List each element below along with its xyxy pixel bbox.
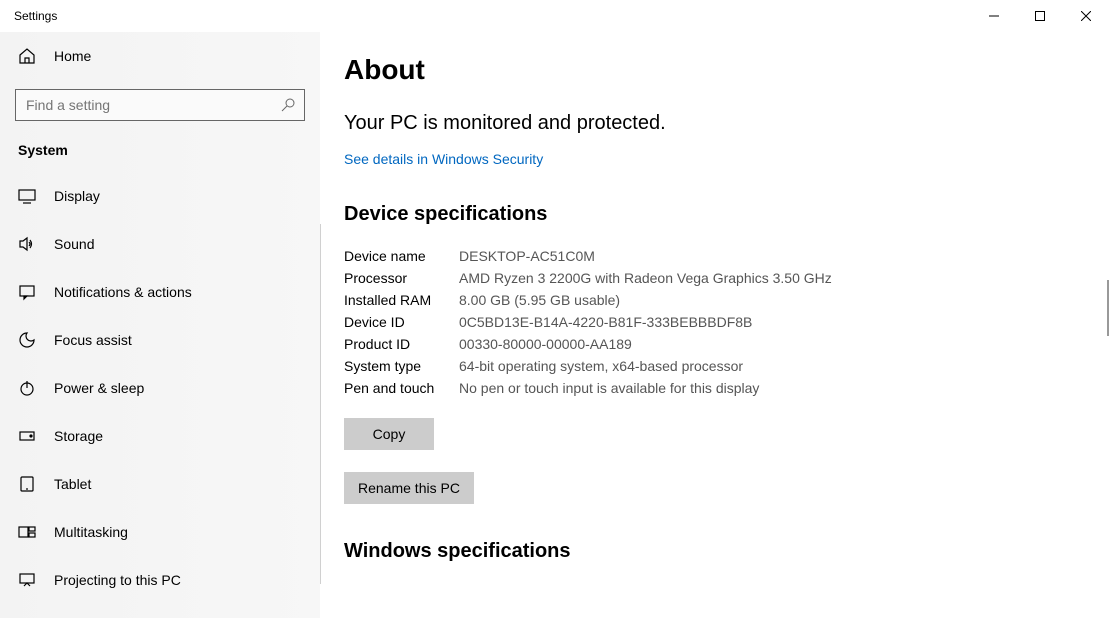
spec-label-device-name: Device name bbox=[344, 248, 459, 264]
nav-label: Display bbox=[54, 188, 100, 204]
maximize-icon bbox=[1035, 11, 1045, 21]
spec-value-pen-touch: No pen or touch input is available for t… bbox=[459, 380, 874, 396]
nav-label: Multitasking bbox=[54, 524, 128, 540]
nav-label: Tablet bbox=[54, 476, 91, 492]
spec-label-pen-touch: Pen and touch bbox=[344, 380, 459, 396]
nav-multitasking[interactable]: Multitasking bbox=[0, 508, 320, 556]
spec-label-device-id: Device ID bbox=[344, 314, 459, 330]
spec-value-system-type: 64-bit operating system, x64-based proce… bbox=[459, 358, 874, 374]
nav-tablet[interactable]: Tablet bbox=[0, 460, 320, 508]
storage-icon bbox=[18, 427, 36, 445]
maximize-button[interactable] bbox=[1017, 0, 1063, 32]
window-title: Settings bbox=[14, 9, 57, 23]
nav-storage[interactable]: Storage bbox=[0, 412, 320, 460]
close-icon bbox=[1081, 11, 1091, 21]
nav-power-sleep[interactable]: Power & sleep bbox=[0, 364, 320, 412]
nav-label: Storage bbox=[54, 428, 103, 444]
home-nav[interactable]: Home bbox=[0, 32, 320, 80]
windows-security-link[interactable]: See details in Windows Security bbox=[344, 151, 543, 167]
main-content: About Your PC is monitored and protected… bbox=[320, 32, 1109, 618]
spec-label-system-type: System type bbox=[344, 358, 459, 374]
protection-status: Your PC is monitored and protected. bbox=[344, 112, 1109, 135]
spec-value-device-id: 0C5BD13E-B14A-4220-B81F-333BEBBBDF8B bbox=[459, 314, 874, 330]
minimize-icon bbox=[989, 11, 999, 21]
sound-icon bbox=[18, 235, 36, 253]
sidebar: Home System Display Sound bbox=[0, 32, 320, 618]
nav-label: Focus assist bbox=[54, 332, 132, 348]
windows-spec-heading: Windows specifications bbox=[344, 540, 1109, 563]
nav-notifications[interactable]: Notifications & actions bbox=[0, 268, 320, 316]
copy-button[interactable]: Copy bbox=[344, 418, 434, 450]
spec-value-device-name: DESKTOP-AC51C0M bbox=[459, 248, 874, 264]
search-icon bbox=[281, 98, 295, 112]
nav-focus-assist[interactable]: Focus assist bbox=[0, 316, 320, 364]
spec-value-processor: AMD Ryzen 3 2200G with Radeon Vega Graph… bbox=[459, 270, 874, 286]
spec-value-ram: 8.00 GB (5.95 GB usable) bbox=[459, 292, 874, 308]
page-title: About bbox=[344, 54, 1109, 86]
nav-projecting[interactable]: Projecting to this PC bbox=[0, 556, 320, 604]
spec-value-product-id: 00330-80000-00000-AA189 bbox=[459, 336, 874, 352]
home-icon bbox=[18, 47, 36, 65]
nav-display[interactable]: Display bbox=[0, 172, 320, 220]
minimize-button[interactable] bbox=[971, 0, 1017, 32]
nav-label: Notifications & actions bbox=[54, 284, 192, 300]
spec-label-product-id: Product ID bbox=[344, 336, 459, 352]
device-spec-heading: Device specifications bbox=[344, 203, 1109, 226]
nav-label: Projecting to this PC bbox=[54, 572, 181, 588]
display-icon bbox=[18, 187, 36, 205]
nav-label: Power & sleep bbox=[54, 380, 144, 396]
device-spec-table: Device name DESKTOP-AC51C0M Processor AM… bbox=[344, 248, 874, 396]
home-label: Home bbox=[54, 48, 91, 64]
tablet-icon bbox=[18, 475, 36, 493]
window-controls bbox=[971, 0, 1109, 32]
category-header: System bbox=[0, 130, 320, 172]
notifications-icon bbox=[18, 283, 36, 301]
titlebar: Settings bbox=[0, 0, 1109, 32]
nav-label: Sound bbox=[54, 236, 94, 252]
power-icon bbox=[18, 379, 36, 397]
search-input[interactable] bbox=[15, 89, 305, 121]
focus-assist-icon bbox=[18, 331, 36, 349]
nav-list: Display Sound Notifications & actions Fo… bbox=[0, 172, 320, 604]
rename-pc-button[interactable]: Rename this PC bbox=[344, 472, 474, 504]
nav-sound[interactable]: Sound bbox=[0, 220, 320, 268]
close-button[interactable] bbox=[1063, 0, 1109, 32]
projecting-icon bbox=[18, 571, 36, 589]
spec-label-ram: Installed RAM bbox=[344, 292, 459, 308]
multitasking-icon bbox=[18, 523, 36, 541]
spec-label-processor: Processor bbox=[344, 270, 459, 286]
